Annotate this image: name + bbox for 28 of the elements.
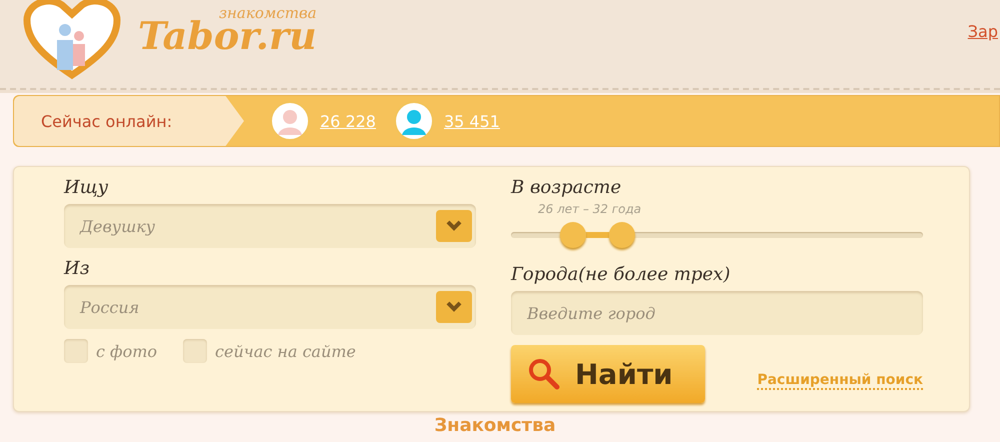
slider-thumb[interactable] (560, 222, 586, 248)
avatar-icon (394, 101, 434, 141)
online-count-link[interactable]: 35 451 (444, 112, 500, 130)
slider-range-fill (586, 232, 610, 238)
checkbox-label: сейчас на сайте (215, 342, 356, 360)
search-icon (527, 357, 561, 391)
city-input-field[interactable]: Введите город (511, 291, 923, 335)
age-range-slider[interactable] (511, 222, 923, 250)
section-heading: Знакомства (434, 415, 556, 436)
select-field[interactable]: Девушку (64, 204, 476, 248)
field-label: Города(не более трех) (511, 264, 732, 285)
dropdown-chevron-icon[interactable] (436, 291, 472, 323)
search-button[interactable]: Найти (511, 345, 705, 403)
header-link[interactable]: Зар (968, 22, 998, 41)
field-label: В возрасте (511, 177, 622, 198)
slider-thumb[interactable] (609, 222, 636, 248)
field-label: Из (64, 258, 91, 279)
heart-logo-icon (22, 0, 122, 80)
online-count-link[interactable]: 26 228 (320, 112, 376, 130)
checkbox[interactable] (183, 339, 208, 363)
checkbox-label: с фото (96, 342, 158, 360)
age-range-reading: 26 лет – 32 года (538, 202, 642, 216)
avatar-icon (270, 101, 310, 141)
field-label: Ищу (64, 177, 110, 198)
select-field[interactable]: Россия (64, 285, 476, 329)
dropdown-chevron-icon[interactable] (436, 210, 472, 242)
checkbox[interactable] (64, 339, 88, 363)
advanced-search-link[interactable]: Расширенный поиск (757, 372, 923, 390)
